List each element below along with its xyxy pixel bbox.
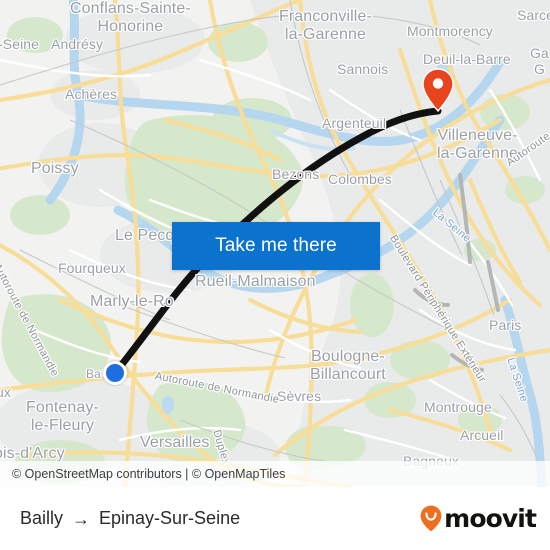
route-summary: Bailly → Epinay-Sur-Seine xyxy=(20,508,240,529)
map-canvas[interactable]: Conflans-Sainte- Honorine -Seine Andrésy Fr… xyxy=(0,0,550,487)
moovit-route-screen: Conflans-Sainte- Honorine -Seine Andrésy Fr… xyxy=(0,0,550,550)
footer-bar: Bailly → Epinay-Sur-Seine moovit xyxy=(0,487,550,550)
arrow-right-icon: → xyxy=(72,508,91,529)
moovit-logo[interactable]: moovit xyxy=(420,504,537,533)
map-attribution-bar: © OpenStreetMap contributors | © OpenMap… xyxy=(0,461,550,487)
origin-marker[interactable] xyxy=(103,361,127,385)
moovit-pin-icon xyxy=(420,505,442,532)
take-me-there-button[interactable]: Take me there xyxy=(172,222,380,270)
route-origin-label: Bailly xyxy=(20,508,64,528)
moovit-wordmark: moovit xyxy=(444,504,537,533)
route-destination-label: Epinay-Sur-Seine xyxy=(99,508,241,528)
destination-pin-icon[interactable] xyxy=(422,68,454,113)
map-attribution-text[interactable]: © OpenStreetMap contributors | © OpenMap… xyxy=(12,467,285,481)
